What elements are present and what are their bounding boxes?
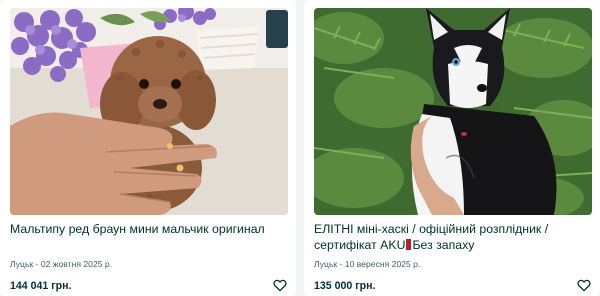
- maltipoo-photo-illustration: [10, 8, 288, 215]
- favorite-heart-icon[interactable]: [272, 277, 288, 293]
- husky-photo-illustration: [314, 8, 592, 215]
- listing-grid: Мальтипу ред браун мини мальчик оригинал…: [0, 0, 600, 296]
- listing-title[interactable]: Мальтипу ред браун мини мальчик оригинал: [10, 221, 288, 237]
- listing-card[interactable]: ЕЛІТНІ міні-хаскі / офіційний розплідник…: [304, 0, 600, 296]
- listing-price: 135 000 грн.: [314, 280, 376, 292]
- listing-title[interactable]: ЕЛІТНІ міні-хаскі / офіційний розплідник…: [314, 221, 592, 253]
- listing-title-text-suffix: Без запаху: [412, 238, 475, 252]
- listing-photo-husky[interactable]: [314, 8, 592, 215]
- red-square-icon: [406, 239, 412, 250]
- heart-outline-icon: [273, 279, 287, 292]
- listing-price: 144 041 грн.: [10, 280, 72, 292]
- heart-outline-icon: [577, 279, 591, 292]
- listing-location-date: Луцьк - 02 жовтня 2025 р.: [10, 259, 113, 269]
- listing-location-date: Луцьк - 10 вересня 2025 р.: [314, 259, 421, 269]
- favorite-heart-icon[interactable]: [576, 277, 592, 293]
- listing-card[interactable]: Мальтипу ред браун мини мальчик оригинал…: [0, 0, 296, 296]
- listing-photo-maltipoo[interactable]: [10, 8, 288, 215]
